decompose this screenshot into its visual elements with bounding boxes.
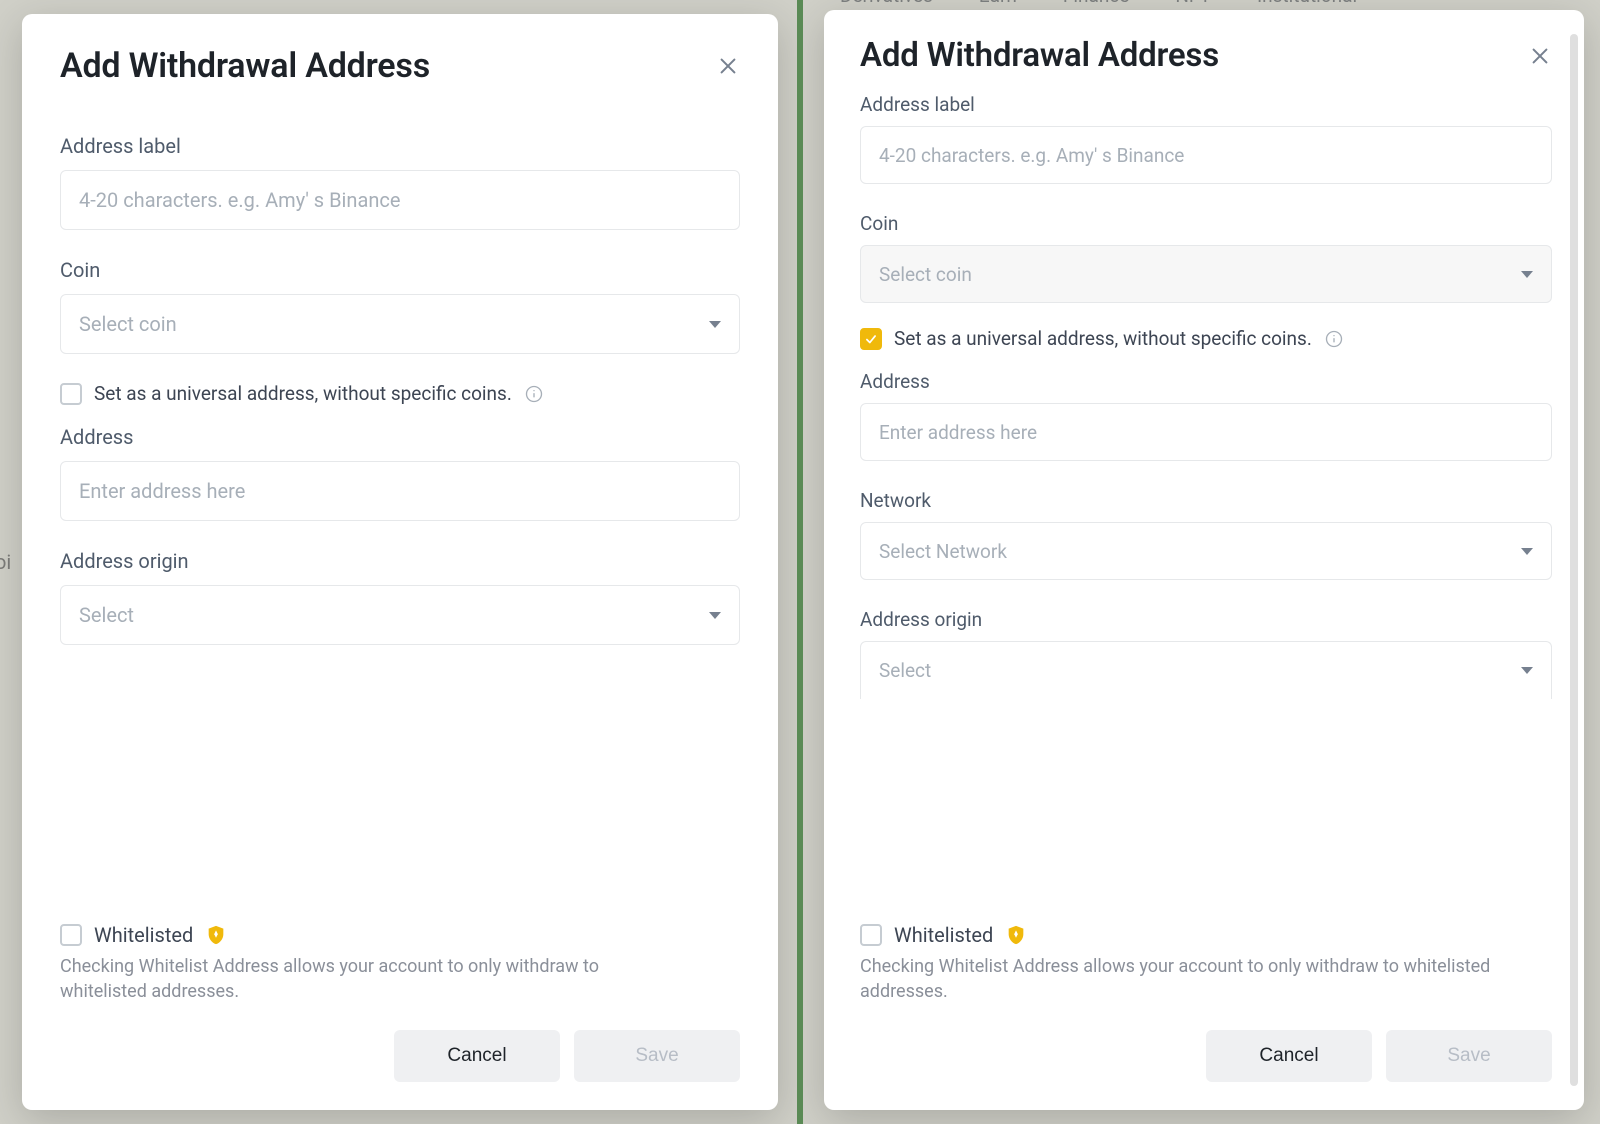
select-placeholder: Select coin bbox=[879, 263, 972, 286]
network-select[interactable]: Select Network bbox=[860, 522, 1552, 580]
cancel-button[interactable]: Cancel bbox=[1206, 1030, 1372, 1082]
whitelist-label: Whitelisted bbox=[894, 923, 993, 947]
whitelist-checkbox[interactable] bbox=[860, 924, 882, 946]
whitelist-checkbox[interactable] bbox=[60, 924, 82, 946]
check-icon bbox=[864, 332, 878, 346]
address-group: Address Enter address here bbox=[860, 370, 1552, 461]
address-group: Address Enter address here bbox=[60, 425, 740, 521]
address-label-label: Address label bbox=[60, 134, 740, 158]
address-input[interactable]: Enter address here bbox=[60, 461, 740, 521]
origin-select[interactable]: Select bbox=[860, 641, 1552, 699]
nav-crumb: NFT bbox=[1175, 0, 1211, 2]
coin-label: Coin bbox=[860, 212, 1552, 235]
modal-title: Add Withdrawal Address bbox=[860, 36, 1219, 75]
select-placeholder: Select coin bbox=[79, 312, 177, 336]
info-icon[interactable] bbox=[1324, 329, 1344, 349]
network-label: Network bbox=[860, 489, 1552, 512]
scrollbar[interactable] bbox=[1570, 34, 1578, 1086]
chevron-down-icon bbox=[709, 321, 721, 328]
nav-crumb: Finance bbox=[1063, 0, 1129, 2]
close-button[interactable] bbox=[1528, 44, 1552, 68]
address-label: Address bbox=[60, 425, 740, 449]
coin-group: Coin Select coin bbox=[860, 212, 1552, 303]
add-withdrawal-modal: Add Withdrawal Address Address label 4-2… bbox=[22, 14, 778, 1110]
universal-checkbox[interactable] bbox=[60, 383, 82, 405]
panel-divider bbox=[797, 0, 803, 1124]
select-placeholder: Select Network bbox=[879, 540, 1007, 563]
universal-checkbox-label: Set as a universal address, without spec… bbox=[894, 327, 1312, 350]
nav-crumb: Derivatives bbox=[840, 0, 933, 2]
nav-crumb: Earn bbox=[979, 0, 1017, 2]
shield-icon bbox=[205, 924, 227, 946]
coin-group: Coin Select coin bbox=[60, 258, 740, 354]
whitelist-row[interactable]: Whitelisted bbox=[860, 923, 1552, 947]
close-icon bbox=[717, 55, 739, 77]
right-panel: Derivatives Earn Finance NFT Institution… bbox=[800, 0, 1600, 1124]
nav-crumb: Institutional bbox=[1257, 0, 1357, 2]
shield-icon bbox=[1005, 924, 1027, 946]
universal-address-row[interactable]: Set as a universal address, without spec… bbox=[60, 382, 740, 405]
coin-select[interactable]: Select coin bbox=[60, 294, 740, 354]
select-placeholder: Select bbox=[79, 603, 134, 627]
add-withdrawal-modal: Add Withdrawal Address Address label 4-2… bbox=[824, 10, 1584, 1110]
address-label-input[interactable]: 4-20 characters. e.g. Amy' s Binance bbox=[860, 126, 1552, 184]
input-placeholder: Enter address here bbox=[79, 479, 245, 503]
address-label-group: Address label 4-20 characters. e.g. Amy'… bbox=[60, 134, 740, 230]
address-label: Address bbox=[860, 370, 1552, 393]
whitelist-label: Whitelisted bbox=[94, 923, 193, 947]
address-label-label: Address label bbox=[860, 93, 1552, 116]
coin-label: Coin bbox=[60, 258, 740, 282]
origin-label: Address origin bbox=[860, 608, 1552, 631]
chevron-down-icon bbox=[1521, 271, 1533, 278]
network-group: Network Select Network bbox=[860, 489, 1552, 580]
origin-group: Address origin Select bbox=[860, 608, 1552, 699]
left-panel: pe Coi Add Withdrawal Address Address la… bbox=[0, 0, 800, 1124]
input-placeholder: 4-20 characters. e.g. Amy' s Binance bbox=[879, 144, 1184, 167]
chevron-down-icon bbox=[1521, 667, 1533, 674]
origin-group: Address origin Select bbox=[60, 549, 740, 645]
info-icon[interactable] bbox=[524, 384, 544, 404]
save-button[interactable]: Save bbox=[1386, 1030, 1552, 1082]
universal-checkbox-label: Set as a universal address, without spec… bbox=[94, 382, 512, 405]
input-placeholder: 4-20 characters. e.g. Amy' s Binance bbox=[79, 188, 400, 212]
whitelist-help-text: Checking Whitelist Address allows your a… bbox=[60, 955, 686, 1004]
save-button[interactable]: Save bbox=[574, 1030, 740, 1082]
whitelist-help-text: Checking Whitelist Address allows your a… bbox=[860, 955, 1497, 1004]
cancel-button[interactable]: Cancel bbox=[394, 1030, 560, 1082]
origin-select[interactable]: Select bbox=[60, 585, 740, 645]
whitelist-row[interactable]: Whitelisted bbox=[60, 923, 740, 947]
input-placeholder: Enter address here bbox=[879, 421, 1037, 444]
close-button[interactable] bbox=[716, 54, 740, 78]
address-input[interactable]: Enter address here bbox=[860, 403, 1552, 461]
origin-label: Address origin bbox=[60, 549, 740, 573]
chevron-down-icon bbox=[709, 612, 721, 619]
universal-checkbox[interactable] bbox=[860, 328, 882, 350]
modal-title: Add Withdrawal Address bbox=[60, 46, 430, 86]
universal-address-row[interactable]: Set as a universal address, without spec… bbox=[860, 327, 1552, 350]
select-placeholder: Select bbox=[879, 659, 931, 682]
chevron-down-icon bbox=[1521, 548, 1533, 555]
coin-select: Select coin bbox=[860, 245, 1552, 303]
close-icon bbox=[1529, 45, 1551, 67]
address-label-group: Address label 4-20 characters. e.g. Amy'… bbox=[860, 93, 1552, 184]
address-label-input[interactable]: 4-20 characters. e.g. Amy' s Binance bbox=[60, 170, 740, 230]
